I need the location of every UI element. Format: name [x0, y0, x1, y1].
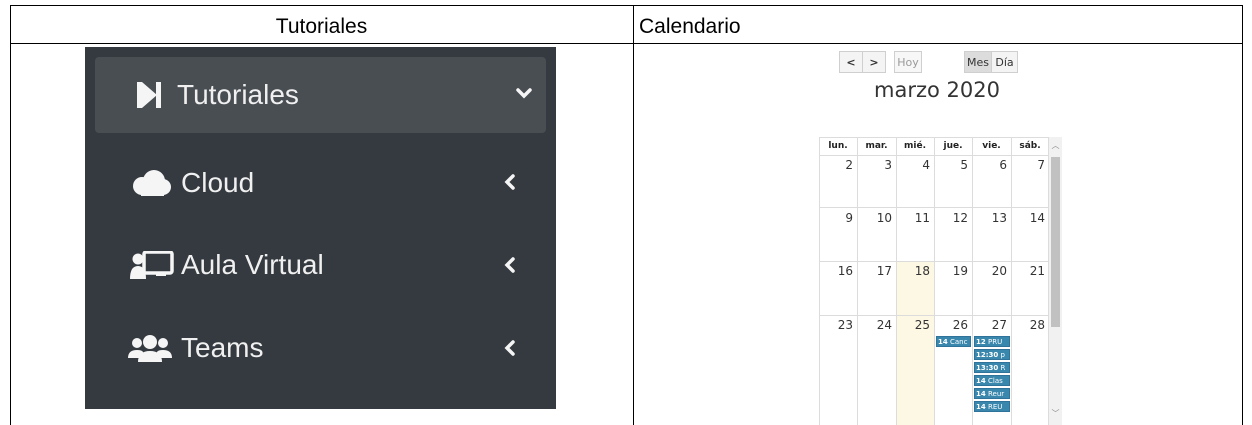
event-title: Canc	[949, 338, 968, 346]
day-number[interactable]: 3	[862, 158, 892, 172]
chevron-left-icon	[504, 174, 515, 190]
day-number[interactable]: 5	[938, 158, 968, 172]
day-number[interactable]: 21	[1015, 264, 1045, 278]
grid-line	[819, 137, 820, 425]
sidebar-item-cloud[interactable]: Cloud	[85, 142, 556, 218]
calendar-title: marzo 2020	[874, 78, 1000, 102]
day-number[interactable]: 10	[862, 211, 892, 225]
prev-button[interactable]: <	[839, 51, 863, 73]
sidebar-item-teams[interactable]: Teams	[85, 309, 556, 385]
calendar-scrollbar[interactable]: ︿ ﹀	[1049, 137, 1062, 425]
event-time: 14	[976, 403, 986, 411]
grid-line	[972, 137, 973, 425]
day-number[interactable]: 19	[938, 264, 968, 278]
event-time: 14	[938, 338, 948, 346]
day-number[interactable]: 9	[823, 211, 853, 225]
event-title: Clas	[987, 377, 1003, 385]
calendar-event[interactable]: 12 PRU	[974, 336, 1010, 347]
column-header-calendario: Calendario	[639, 15, 741, 38]
event-time: 14	[976, 377, 986, 385]
grid-line	[1011, 137, 1012, 425]
calendar-event[interactable]: 13:30 R	[974, 362, 1010, 373]
calendar-event[interactable]: 14 Clas	[974, 375, 1010, 386]
day-number[interactable]: 14	[1015, 211, 1045, 225]
weekday-header: mié.	[904, 141, 926, 151]
event-title: Reur	[987, 390, 1005, 398]
day-number[interactable]: 2	[823, 158, 853, 172]
today-button[interactable]: Hoy	[894, 51, 922, 73]
day-number[interactable]: 16	[823, 264, 853, 278]
day-number[interactable]: 24	[862, 318, 892, 332]
calendar-event[interactable]: 14 Reur	[974, 388, 1010, 399]
sidebar-item-label: Tutoriales	[177, 79, 299, 110]
weekday-header: lun.	[828, 141, 848, 151]
table-border-header	[10, 43, 1243, 44]
day-number[interactable]: 28	[1015, 318, 1045, 332]
scroll-down-icon[interactable]: ﹀	[1051, 409, 1060, 419]
calendar-event[interactable]: 12:30 p	[974, 349, 1010, 360]
chevron-left-icon	[504, 257, 515, 273]
table-border-top	[10, 5, 1243, 6]
day-number[interactable]: 27	[977, 318, 1007, 332]
column-header-tutoriales: Tutoriales	[275, 15, 368, 38]
day-number[interactable]: 26	[938, 318, 968, 332]
table-border-middle	[633, 5, 634, 425]
table-border-right	[1242, 5, 1243, 425]
event-title: p	[1000, 351, 1005, 359]
sidebar-item-label: Cloud	[181, 167, 255, 198]
grid-line	[857, 137, 858, 425]
event-time: 12	[976, 338, 986, 346]
scroll-up-icon[interactable]: ︿	[1051, 141, 1060, 151]
grid-line	[934, 137, 935, 425]
day-number[interactable]: 25	[900, 318, 930, 332]
chevron-left-icon	[504, 340, 515, 356]
day-number[interactable]: 20	[977, 264, 1007, 278]
sidebar-item-aula-virtual[interactable]: Aula Virtual	[85, 225, 556, 301]
event-time: 14	[976, 390, 986, 398]
day-number[interactable]: 12	[938, 211, 968, 225]
weekday-header: vie.	[982, 141, 1001, 151]
day-number[interactable]: 17	[862, 264, 892, 278]
sidebar-item-label: Teams	[181, 332, 264, 363]
chevron-down-icon	[516, 88, 532, 99]
cloud-icon	[133, 170, 171, 196]
day-number[interactable]: 6	[977, 158, 1007, 172]
play-bar-icon	[137, 82, 161, 108]
event-title: PRU	[987, 338, 1003, 346]
day-number[interactable]: 18	[900, 264, 930, 278]
chalkboard-teacher-icon	[130, 251, 174, 279]
weekday-header: jue.	[943, 141, 963, 151]
month-view-button[interactable]: Mes	[964, 51, 992, 73]
event-title: REU	[987, 403, 1003, 411]
event-time: 13:30	[976, 364, 999, 372]
weekday-header: sáb.	[1019, 141, 1041, 151]
calendar-event[interactable]: 14 REU	[974, 401, 1010, 412]
next-button[interactable]: >	[862, 51, 886, 73]
event-time: 12:30	[976, 351, 999, 359]
sidebar-item-tutoriales[interactable]: Tutoriales	[95, 57, 546, 133]
calendar-widget: < > Hoy Mes Día marzo 2020 lun. mar. mié…	[812, 47, 1062, 425]
today-highlight	[896, 261, 934, 425]
calendar-event[interactable]: 14 Canc	[936, 336, 971, 347]
grid-line	[896, 137, 897, 425]
scroll-thumb[interactable]	[1051, 157, 1060, 327]
weekday-header: mar.	[865, 141, 888, 151]
calendar-month-grid: lun. mar. mié. jue. vie. sáb. 2 3 4 5 6 …	[819, 137, 1049, 425]
table-border-left	[10, 5, 11, 425]
event-title: R	[1000, 364, 1006, 372]
day-number[interactable]: 11	[900, 211, 930, 225]
sidebar-menu: Tutoriales Cloud Aula Virtual Teams	[85, 47, 556, 409]
day-number[interactable]: 13	[977, 211, 1007, 225]
users-icon	[128, 335, 172, 362]
day-number[interactable]: 7	[1015, 158, 1045, 172]
sidebar-item-label: Aula Virtual	[181, 249, 324, 280]
day-number[interactable]: 4	[900, 158, 930, 172]
day-number[interactable]: 23	[823, 318, 853, 332]
day-view-button[interactable]: Día	[991, 51, 1018, 73]
